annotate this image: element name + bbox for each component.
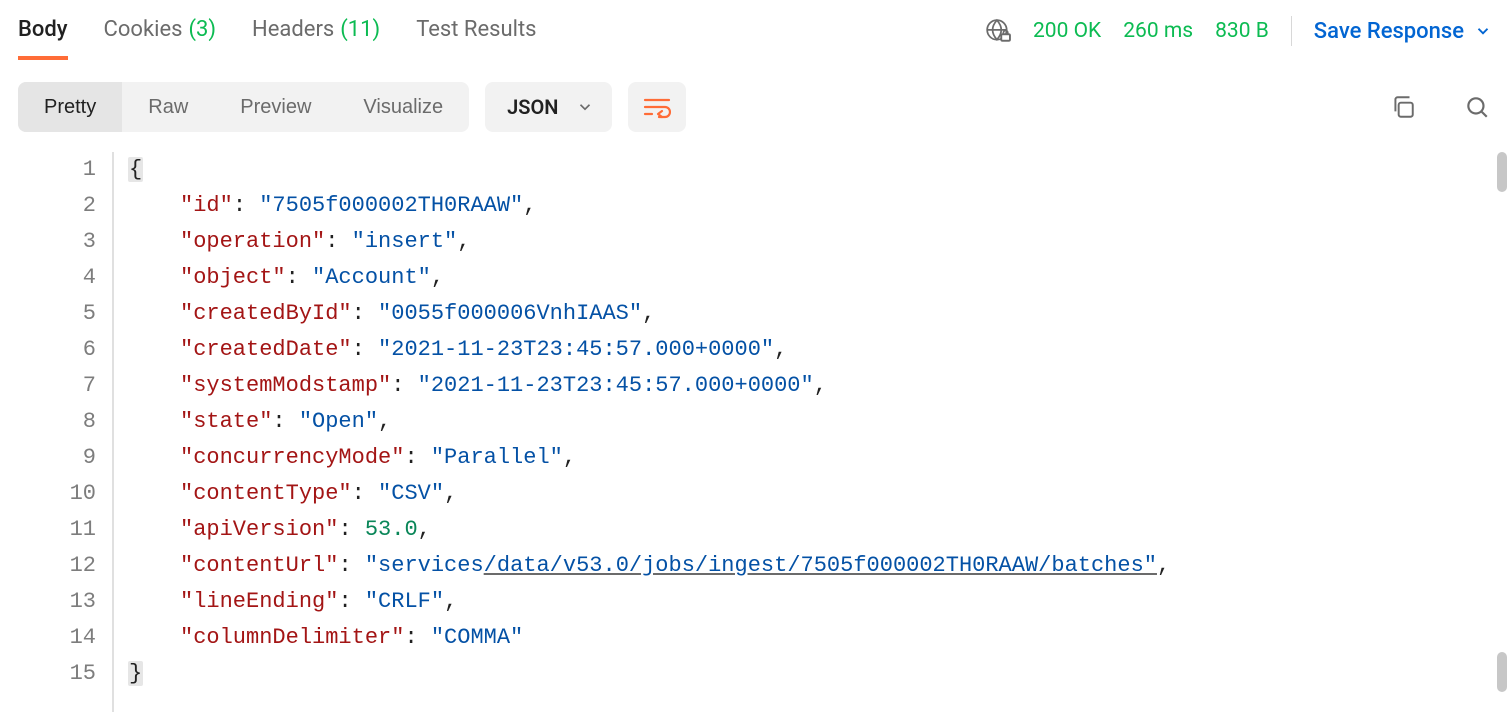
status-size[interactable]: 830 B xyxy=(1215,19,1269,43)
save-response-button[interactable]: Save Response xyxy=(1314,19,1492,44)
tab-cookies-label: Cookies xyxy=(104,17,183,42)
response-tabs: Body Cookies (3) Headers (11) Test Resul… xyxy=(0,0,1510,64)
line-number: 11 xyxy=(0,512,96,548)
line-number: 13 xyxy=(0,584,96,620)
tab-test-results[interactable]: Test Results xyxy=(416,17,536,60)
format-dropdown-label: JSON xyxy=(507,95,558,119)
tab-headers-label: Headers xyxy=(252,17,334,42)
view-preview-button[interactable]: Preview xyxy=(214,82,337,132)
view-mode-group: Pretty Raw Preview Visualize xyxy=(18,82,469,132)
tab-body-label: Body xyxy=(18,17,68,42)
line-gutter: 1 2 3 4 5 6 7 8 9 10 11 12 13 14 15 xyxy=(0,152,112,712)
code-line: "contentType": "CSV", xyxy=(128,476,1510,512)
line-number: 14 xyxy=(0,620,96,656)
scrollbar[interactable] xyxy=(1497,152,1507,712)
line-number: 7 xyxy=(0,368,96,404)
status-code[interactable]: 200 OK xyxy=(1033,19,1101,43)
tab-headers-count: (11) xyxy=(340,17,380,42)
scrollbar-thumb[interactable] xyxy=(1497,652,1507,692)
tab-test-results-label: Test Results xyxy=(416,17,536,42)
search-button[interactable] xyxy=(1462,92,1492,122)
line-number: 4 xyxy=(0,260,96,296)
tab-cookies[interactable]: Cookies (3) xyxy=(104,17,217,60)
line-number: 5 xyxy=(0,296,96,332)
code-line: "columnDelimiter": "COMMA" xyxy=(128,620,1510,656)
line-number: 8 xyxy=(0,404,96,440)
wrap-icon xyxy=(643,95,671,119)
line-number: 15 xyxy=(0,656,96,692)
globe-lock-icon[interactable] xyxy=(985,18,1011,44)
code-line: "concurrencyMode": "Parallel", xyxy=(128,440,1510,476)
line-number: 12 xyxy=(0,548,96,584)
code-line: "operation": "insert", xyxy=(128,224,1510,260)
line-number: 2 xyxy=(0,188,96,224)
scrollbar-thumb[interactable] xyxy=(1497,152,1507,192)
view-pretty-label: Pretty xyxy=(44,96,96,119)
gutter-separator xyxy=(112,152,114,712)
code-line: "state": "Open", xyxy=(128,404,1510,440)
divider xyxy=(1291,16,1292,46)
tab-headers[interactable]: Headers (11) xyxy=(252,17,380,60)
response-body-code[interactable]: 1 2 3 4 5 6 7 8 9 10 11 12 13 14 15 { "i… xyxy=(0,152,1510,712)
search-icon xyxy=(1464,94,1490,120)
code-line: } xyxy=(128,656,1510,692)
view-pretty-button[interactable]: Pretty xyxy=(18,82,122,132)
code-line: "id": "7505f000002TH0RAAW", xyxy=(128,188,1510,224)
copy-button[interactable] xyxy=(1388,92,1418,122)
code-line: { xyxy=(128,152,1510,188)
code-line: "lineEnding": "CRLF", xyxy=(128,584,1510,620)
line-number: 10 xyxy=(0,476,96,512)
tab-cookies-count: (3) xyxy=(188,17,216,42)
line-number: 1 xyxy=(0,152,96,188)
code-line: "apiVersion": 53.0, xyxy=(128,512,1510,548)
code-line: "object": "Account", xyxy=(128,260,1510,296)
view-visualize-label: Visualize xyxy=(363,96,443,119)
format-dropdown[interactable]: JSON xyxy=(485,82,612,132)
response-status-area: 200 OK 260 ms 830 B Save Response xyxy=(985,16,1492,60)
line-number: 9 xyxy=(0,440,96,476)
copy-icon xyxy=(1390,94,1416,120)
response-toolbar: Pretty Raw Preview Visualize JSON xyxy=(0,64,1510,132)
code-content[interactable]: { "id": "7505f000002TH0RAAW", "operation… xyxy=(128,152,1510,712)
view-raw-button[interactable]: Raw xyxy=(122,82,214,132)
status-time[interactable]: 260 ms xyxy=(1123,19,1193,43)
save-response-label: Save Response xyxy=(1314,19,1464,44)
line-number: 3 xyxy=(0,224,96,260)
code-line: "createdById": "0055f000006VnhIAAS", xyxy=(128,296,1510,332)
code-line: "systemModstamp": "2021-11-23T23:45:57.0… xyxy=(128,368,1510,404)
chevron-down-icon xyxy=(576,98,594,116)
wrap-lines-button[interactable] xyxy=(628,82,686,132)
code-line: "contentUrl": "services/data/v53.0/jobs/… xyxy=(128,548,1510,584)
chevron-down-icon xyxy=(1474,22,1492,40)
view-visualize-button[interactable]: Visualize xyxy=(337,82,469,132)
view-preview-label: Preview xyxy=(240,96,311,119)
tab-body[interactable]: Body xyxy=(18,17,68,60)
code-line: "createdDate": "2021-11-23T23:45:57.000+… xyxy=(128,332,1510,368)
line-number: 6 xyxy=(0,332,96,368)
view-raw-label: Raw xyxy=(148,96,188,119)
